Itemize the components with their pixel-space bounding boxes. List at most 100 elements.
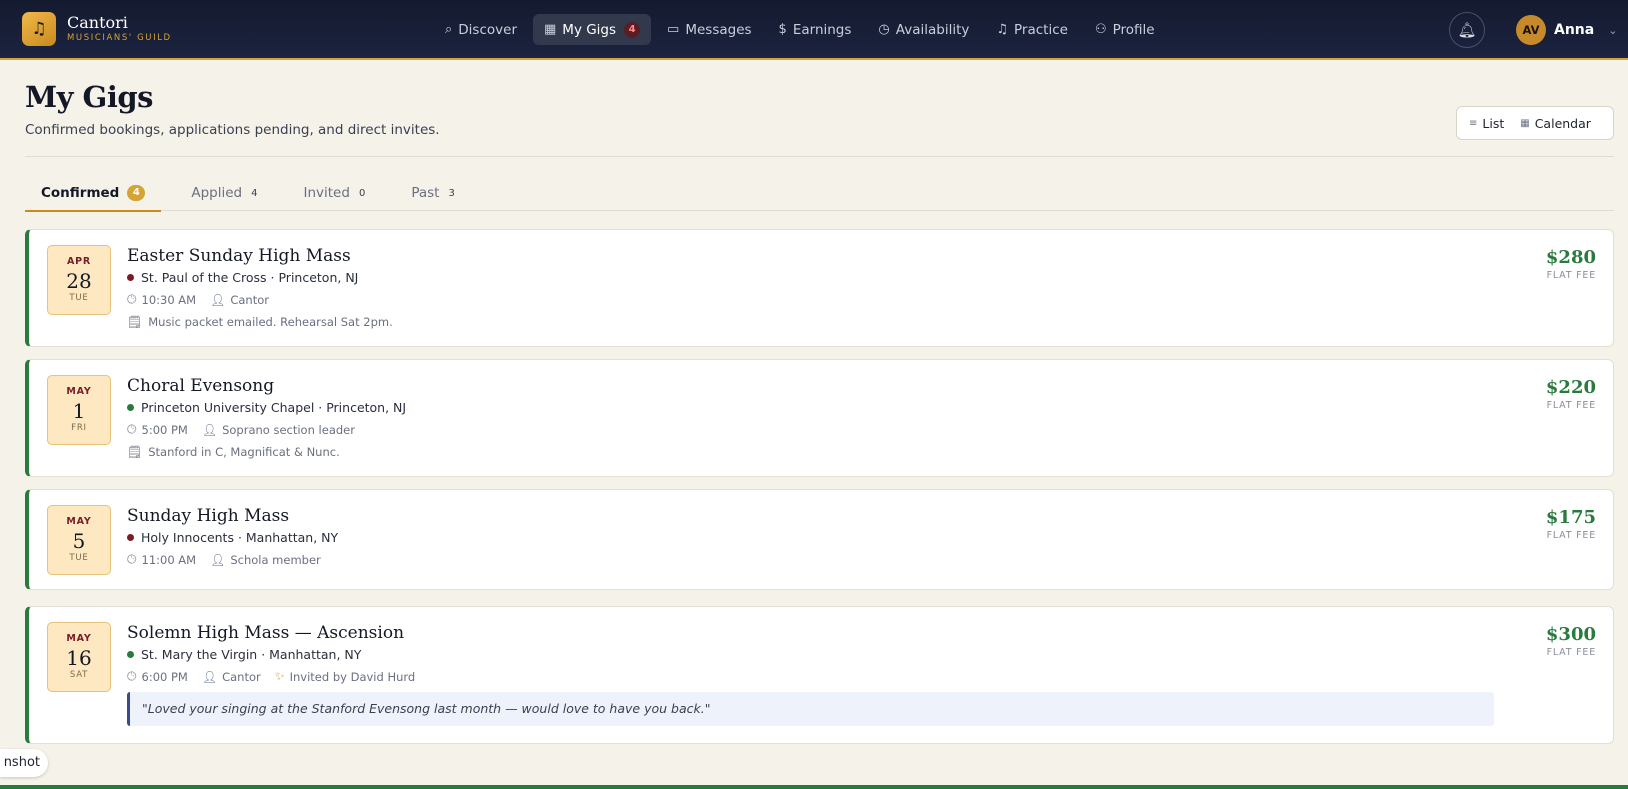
- fee-label: FLAT FEE: [1546, 530, 1596, 541]
- fee-amount: $280: [1545, 247, 1596, 268]
- bottom-accent-line: [0, 785, 1628, 789]
- brand-name: Cantori: [67, 13, 128, 32]
- date-weekday: TUE: [69, 293, 89, 303]
- venue-text: Princeton University Chapel · Princeton,…: [141, 400, 407, 415]
- venue-dot: [127, 651, 134, 658]
- date-day: 1: [72, 399, 86, 423]
- brand[interactable]: ♫ Cantori MUSICIANS' GUILD: [22, 12, 172, 46]
- gig-card[interactable]: MAY 5 TUE Sunday High Mass Holy Innocent…: [25, 489, 1614, 590]
- user-menu[interactable]: AV Anna ⌄: [1516, 15, 1617, 45]
- calendar-view-label: Calendar: [1534, 115, 1591, 131]
- person-icon: 👤︎: [210, 292, 226, 307]
- notepad-icon: 🗒︎: [127, 445, 143, 459]
- venue-text: St. Paul of the Cross · Princeton, NJ: [141, 270, 359, 285]
- gig-details: Solemn High Mass — Ascension St. Mary th…: [127, 622, 1533, 726]
- date-badge: MAY 16 SAT: [47, 622, 111, 692]
- gig-note: 🗒︎ Stanford in C, Magnificat & Nunc.: [127, 445, 1533, 459]
- chevron-down-icon: ⌄: [1608, 23, 1618, 37]
- screenshot-button[interactable]: nshot: [0, 749, 48, 777]
- notifications-button[interactable]: 🔔︎: [1449, 12, 1485, 48]
- tab-count: 4: [251, 188, 258, 199]
- tab-label: Invited: [303, 185, 350, 201]
- tab-applied[interactable]: Applied 4: [175, 178, 273, 211]
- person-icon: 👤︎: [201, 422, 218, 437]
- nav-label: Availability: [895, 21, 970, 38]
- time-text: 5:00 PM: [141, 422, 188, 437]
- bell-icon: 🔔︎: [1457, 21, 1477, 39]
- gig-fee: $220 FLAT FEE: [1546, 377, 1596, 411]
- fee-label: FLAT FEE: [1546, 400, 1596, 411]
- nav-label: Practice: [1014, 21, 1068, 38]
- calendar-icon: ▦: [544, 22, 557, 37]
- date-day: 5: [72, 529, 86, 553]
- gig-time: 🕒︎ 10:30 AM: [127, 292, 196, 307]
- tab-invited[interactable]: Invited 0: [287, 178, 381, 211]
- venue-text: Holy Innocents · Manhattan, NY: [141, 530, 339, 545]
- gig-time: 🕒︎ 11:00 AM: [127, 552, 196, 567]
- nav-item-discover[interactable]: ⌕ Discover: [434, 14, 528, 45]
- list-icon: ≡: [1469, 117, 1478, 129]
- page-subtitle: Confirmed bookings, applications pending…: [25, 122, 440, 138]
- gig-role: 👤︎ Cantor: [202, 670, 261, 684]
- fee-label: FLAT FEE: [1546, 647, 1596, 658]
- nav-badge: 4: [624, 21, 641, 38]
- nav-item-earnings[interactable]: $ Earnings: [768, 14, 863, 45]
- venue-dot: [127, 404, 134, 411]
- main-nav: ⌕ Discover ▦ My Gigs 4 ▭ Messages $ Earn…: [434, 14, 1171, 60]
- tab-past[interactable]: Past 3: [395, 178, 471, 211]
- gig-title[interactable]: Easter Sunday High Mass: [127, 245, 1533, 267]
- date-month: MAY: [66, 633, 92, 644]
- gig-fee: $300 FLAT FEE: [1546, 624, 1596, 658]
- fee-amount: $220: [1545, 377, 1596, 398]
- calendar-view-button[interactable]: ▦ Calendar: [1512, 116, 1599, 131]
- time-text: 10:30 AM: [141, 292, 197, 307]
- sparkle-icon: ✨︎: [274, 669, 285, 683]
- gig-card[interactable]: APR 28 TUE Easter Sunday High Mass St. P…: [25, 229, 1614, 347]
- gig-venue: Holy Innocents · Manhattan, NY: [127, 530, 1533, 545]
- gig-title[interactable]: Solemn High Mass — Ascension: [127, 622, 1533, 644]
- role-text: Schola member: [230, 552, 321, 567]
- music-icon: ♫: [996, 22, 1009, 37]
- gig-meta: 🕒︎ 11:00 AM 👤︎ Schola member: [127, 552, 1533, 567]
- gig-meta: 🕒︎ 5:00 PM 👤︎ Soprano section leader: [127, 422, 1533, 437]
- venue-text: St. Mary the Virgin · Manhattan, NY: [141, 647, 362, 662]
- fee-label: FLAT FEE: [1546, 270, 1596, 281]
- gig-card[interactable]: MAY 16 SAT Solemn High Mass — Ascension …: [25, 606, 1614, 744]
- nav-item-profile[interactable]: ⚇ Profile: [1084, 14, 1166, 45]
- date-month: APR: [66, 256, 92, 267]
- gig-venue: St. Paul of the Cross · Princeton, NJ: [127, 270, 1533, 285]
- date-weekday: FRI: [71, 423, 87, 433]
- gig-card[interactable]: MAY 1 FRI Choral Evensong Princeton Univ…: [25, 359, 1614, 477]
- nav-item-practice[interactable]: ♫ Practice: [985, 14, 1079, 45]
- time-text: 6:00 PM: [141, 669, 188, 684]
- fee-amount: $300: [1545, 624, 1596, 645]
- gig-title[interactable]: Choral Evensong: [127, 375, 1533, 397]
- gig-role: 👤︎ Soprano section leader: [202, 423, 355, 437]
- gig-time: 🕒︎ 5:00 PM: [127, 422, 188, 437]
- clock-icon: 🕒︎: [127, 292, 137, 306]
- nav-item-my-gigs[interactable]: ▦ My Gigs 4: [533, 14, 652, 60]
- calendar-icon: ▦: [1520, 117, 1530, 129]
- tab-label: Applied: [191, 185, 243, 201]
- gig-role: 👤︎ Schola member: [210, 553, 321, 567]
- gig-venue: Princeton University Chapel · Princeton,…: [127, 400, 1533, 415]
- gig-title[interactable]: Sunday High Mass: [127, 505, 1533, 527]
- tab-label: Confirmed: [41, 185, 120, 201]
- tab-confirmed[interactable]: Confirmed 4: [25, 178, 162, 212]
- fee-amount: $175: [1545, 507, 1596, 528]
- tab-count: 4: [127, 185, 146, 201]
- nav-item-availability[interactable]: ◷ Availability: [867, 14, 980, 45]
- nav-label: Profile: [1112, 21, 1155, 38]
- person-icon: 👤︎: [201, 669, 218, 684]
- date-month: MAY: [66, 516, 92, 527]
- gig-note: 🗒︎ Music packet emailed. Rehearsal Sat 2…: [127, 315, 1533, 329]
- date-badge: APR 28 TUE: [47, 245, 111, 315]
- clock-icon: ◷: [878, 22, 890, 37]
- gig-venue: St. Mary the Virgin · Manhattan, NY: [127, 647, 1533, 662]
- clock-icon: 🕒︎: [127, 552, 137, 566]
- date-month: MAY: [66, 386, 92, 397]
- list-view-button[interactable]: ≡ List: [1461, 116, 1512, 131]
- invited-by-text: Invited by David Hurd: [289, 669, 416, 684]
- time-text: 11:00 AM: [141, 552, 197, 567]
- nav-item-messages[interactable]: ▭ Messages: [656, 14, 763, 45]
